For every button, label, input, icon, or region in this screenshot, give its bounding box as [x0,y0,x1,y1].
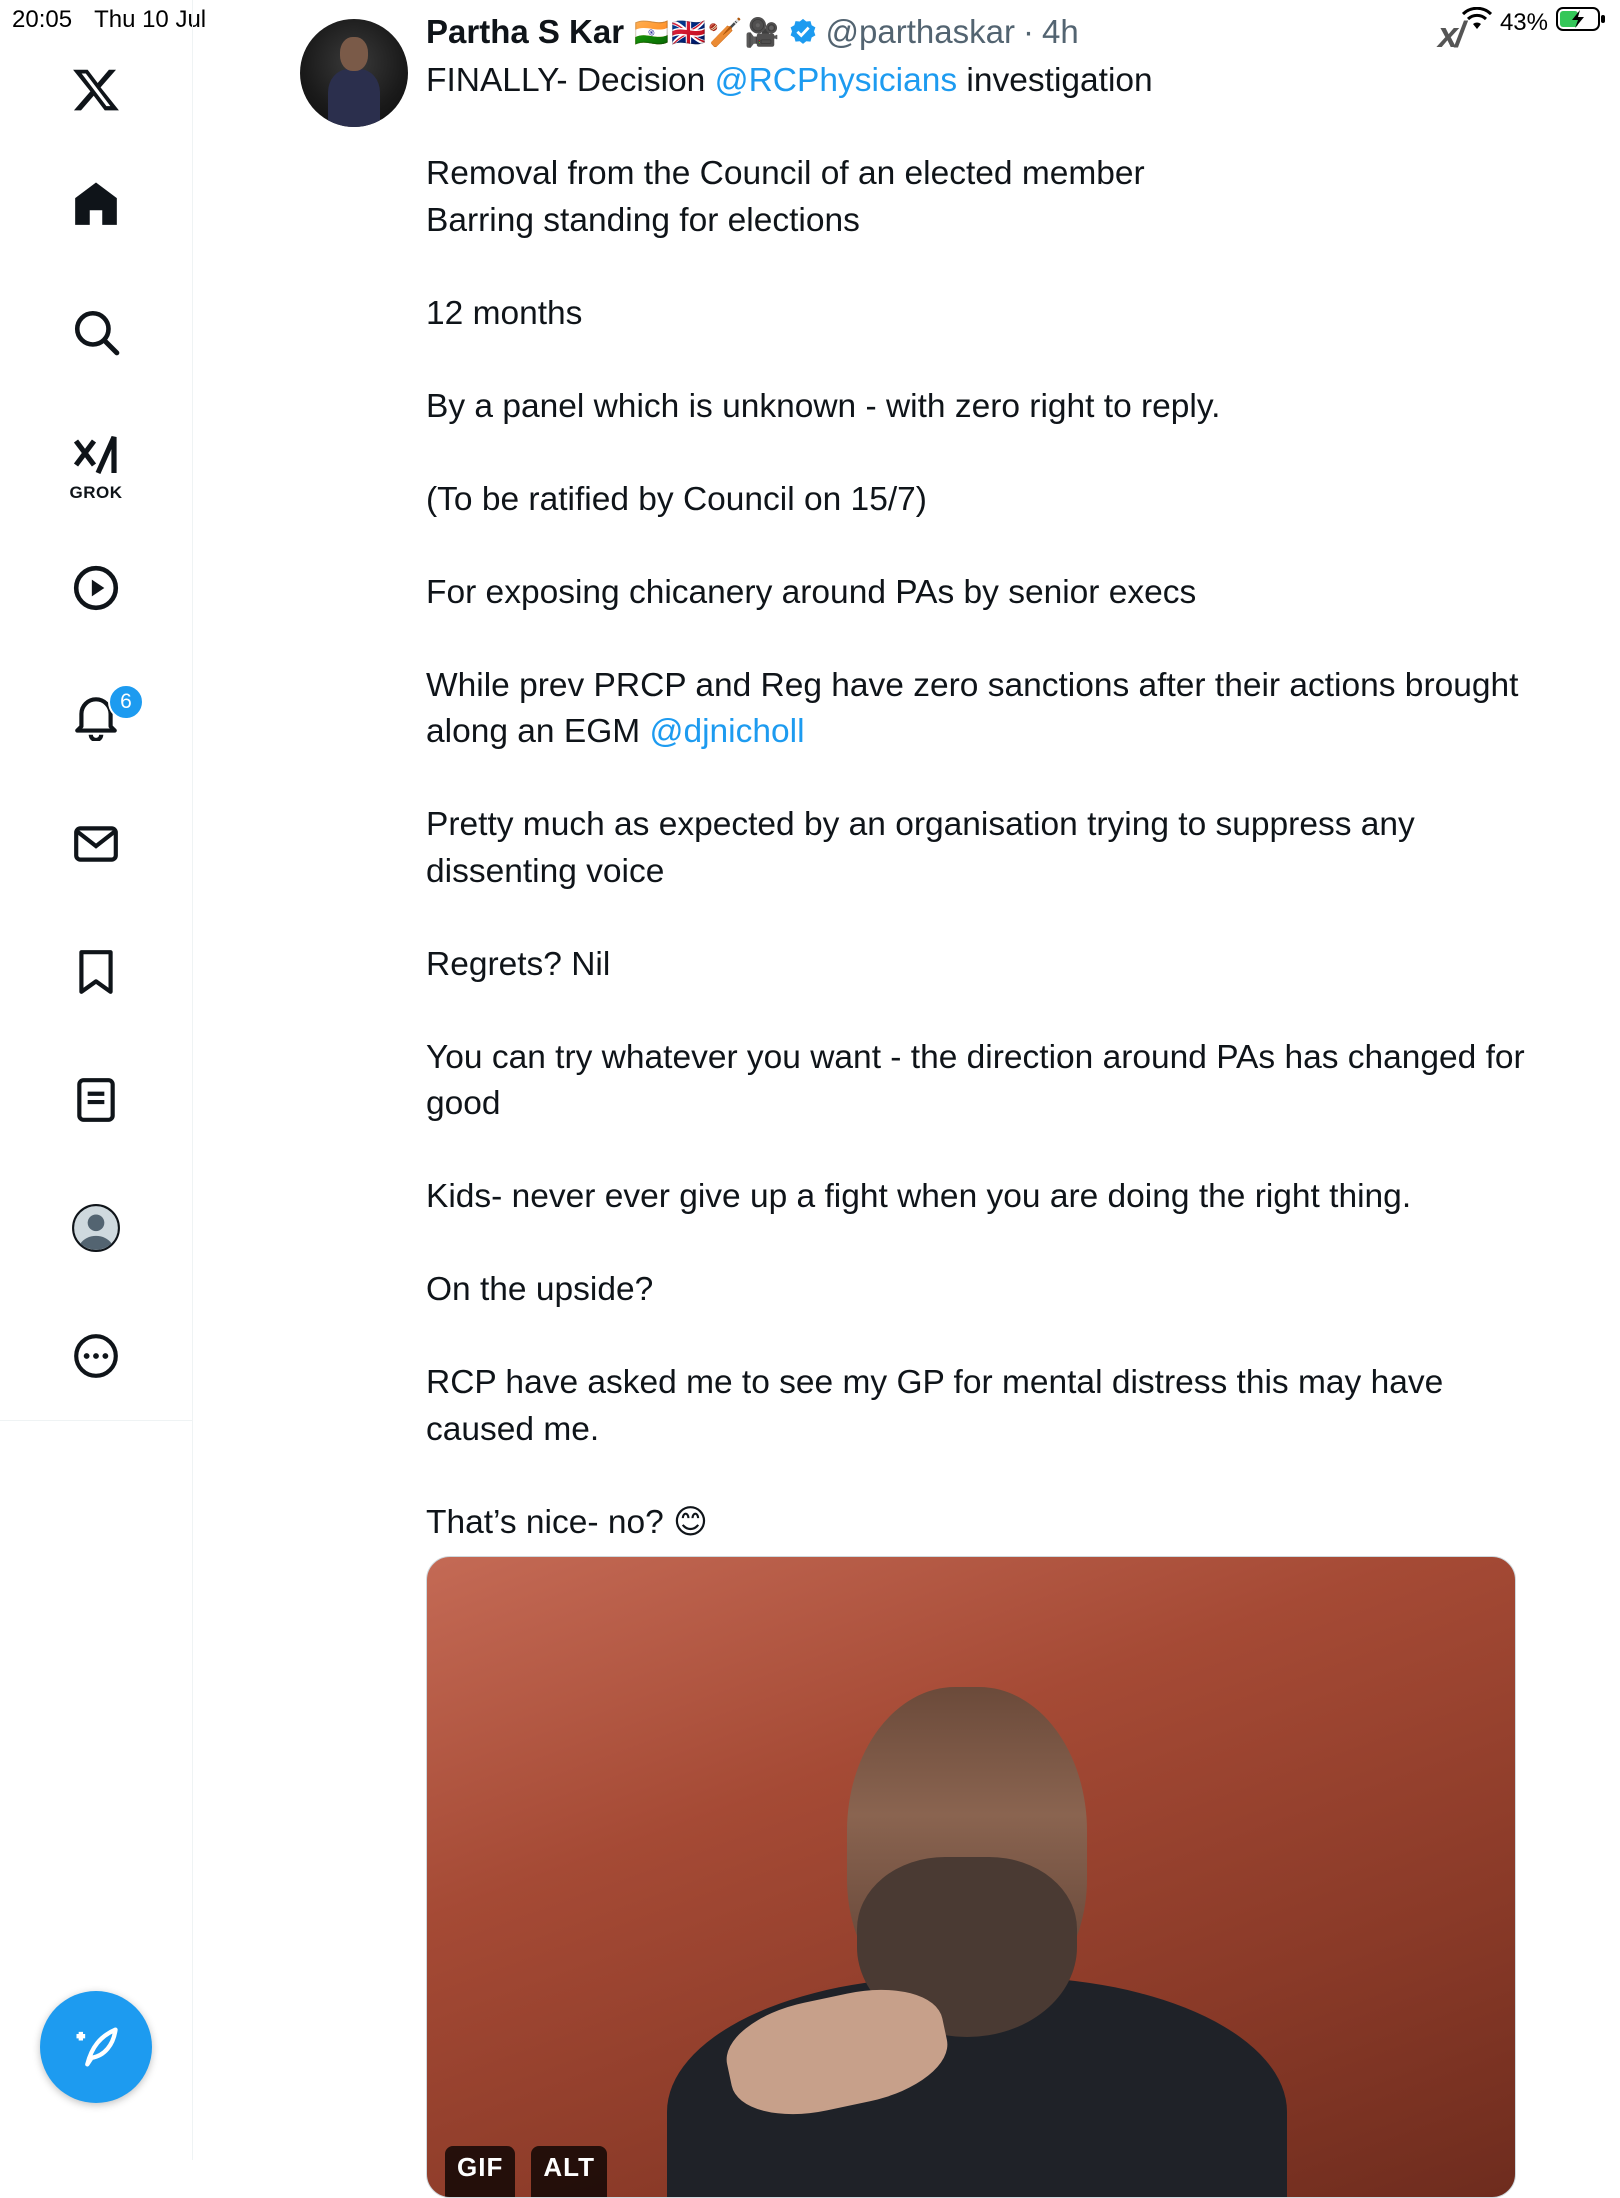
tweet-paragraph: You can try whatever you want - the dire… [426,1038,1525,1123]
tweet-paragraph: By a panel which is unknown - with zero … [426,387,1221,425]
tweet-paragraph: Regrets? Nil [426,945,611,983]
verified-badge-icon [788,17,818,47]
notification-count-badge: 6 [108,684,144,720]
tweet-paragraph: For exposing chicanery around PAs by sen… [426,573,1197,611]
grok-icon [73,435,117,475]
separator-dot: · [1022,13,1034,50]
media-badges: GIF ALT [445,2146,607,2197]
nav-video[interactable] [56,548,136,628]
compose-feather-icon [76,2027,118,2067]
lists-icon [77,1078,115,1122]
alt-badge[interactable]: ALT [531,2146,607,2197]
nav-lists[interactable] [56,1060,136,1140]
nav-profile[interactable] [56,1188,136,1268]
nav-bookmarks[interactable] [56,932,136,1012]
mention-link[interactable]: @RCPhysicians [715,62,958,99]
wifi-icon [1461,6,1493,38]
tweet-paragraph: (To be ratified by Council on 15/7) [426,480,927,518]
avatar-figure-body [328,69,380,127]
tweet-paragraph: Pretty much as expected by an organisati… [426,806,1415,890]
tweet-paragraph: 12 months [426,294,583,332]
nav-more[interactable] [56,1316,136,1396]
more-icon [74,1334,118,1378]
profile-icon [72,1204,120,1252]
xai-logo-icon: x/ [1437,14,1465,55]
battery-percent: 43% [1499,8,1548,36]
text-segment: While prev PRCP and Reg have zero sancti… [426,666,1519,751]
tweet-paragraph: Removal from the Council of an elected m… [426,151,1536,244]
status-bar-right: 43% [1461,6,1606,39]
mention-link[interactable]: @djnicholl [649,713,804,750]
gif-badge: GIF [445,2146,516,2197]
text-line: Barring standing for elections [426,201,860,239]
text-segment: investigation [957,62,1153,99]
home-icon [75,182,117,225]
x-logo-icon[interactable] [56,50,136,130]
text-line: Removal from the Council of an elected m… [426,155,1145,192]
video-icon [73,565,119,611]
handle[interactable]: @parthaskar [826,13,1015,51]
tweet-paragraph: That’s nice- no? 😊 [426,1503,708,1541]
avatar[interactable] [300,19,408,127]
battery-charging-icon [1556,6,1606,39]
grok-label: GROK [69,483,123,502]
search-icon [74,310,120,356]
nav-grok[interactable]: GROK [56,418,136,518]
tweet-paragraph: RCP have asked me to see my GP for menta… [426,1364,1444,1448]
compose-post-button[interactable] [40,1991,152,2103]
avatar-figure-head [340,37,368,71]
tweet-media-gif[interactable]: GIF ALT [426,1556,1516,2198]
tweet-paragraph: Kids- never ever give up a fight when yo… [426,1178,1412,1215]
name-emojis: 🇮🇳🇬🇧🏏🎥 [634,16,782,48]
tweet-text: FINALLY- Decision @RCPhysicians investig… [426,58,1536,1546]
tweet-paragraph: While prev PRCP and Reg have zero sancti… [426,663,1536,756]
display-name[interactable]: Partha S Kar [426,13,624,51]
tweet-header: Partha S Kar 🇮🇳🇬🇧🏏🎥 @parthaskar · 4h [426,8,1079,56]
tweet-paragraph: FINALLY- Decision @RCPhysicians investig… [426,58,1536,105]
messages-icon [74,826,118,862]
sidebar: GROK 6 [0,0,193,2160]
text-segment: FINALLY- Decision [426,62,715,99]
nav-home[interactable] [56,164,136,244]
nav-search[interactable] [56,292,136,372]
nav-messages[interactable] [56,804,136,884]
tweet-paragraph: On the upside? [426,1271,654,1308]
bookmarks-icon [79,950,113,994]
post-time[interactable]: 4h [1042,13,1079,51]
nav-notifications[interactable]: 6 [56,676,144,756]
